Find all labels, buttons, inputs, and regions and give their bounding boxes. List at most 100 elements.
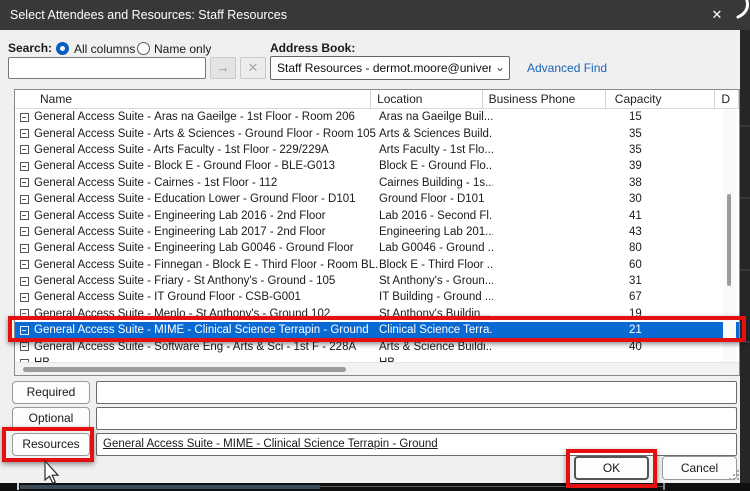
cell-name: General Access Suite - Friary - St Antho… [34,275,379,287]
required-field[interactable] [96,381,737,404]
cell-name: General Access Suite - Engineering Lab 2… [34,226,379,238]
cell-cap: 39 [619,160,721,172]
mouse-cursor-icon [44,460,60,485]
table-row[interactable]: General Access Suite - IT Ground Floor -… [15,289,739,305]
table-row[interactable]: General Access Suite - Block E - Ground … [15,158,739,174]
cell-name: General Access Suite - Menlo - St Anthon… [34,308,379,320]
contact-card-icon [20,162,29,171]
cell-cap: 15 [619,111,721,123]
cell-loc: Block E - Ground Flo... [379,160,493,172]
search-clear-icon[interactable]: ✕ [240,57,266,79]
contact-card-icon [20,129,29,138]
vertical-scrollbar-thumb[interactable] [727,194,731,286]
select-attendees-dialog: Select Attendees and Resources: Staff Re… [0,0,740,483]
ok-button[interactable]: OK [574,456,649,480]
search-go-icon[interactable]: → [210,57,236,79]
optional-field[interactable] [96,407,737,430]
table-row[interactable]: General Access Suite - Menlo - St Anthon… [15,306,739,322]
cell-name: General Access Suite - Education Lower -… [34,193,379,205]
vertical-scrollbar[interactable] [723,109,736,362]
table-row[interactable]: General Access Suite - Arts & Sciences -… [15,125,739,141]
cell-name: General Access Suite - Engineering Lab G… [34,242,379,254]
contact-card-icon [20,260,29,269]
table-row[interactable]: General Access Suite - Software Eng - Ar… [15,338,739,354]
contact-card-icon [20,244,29,253]
cell-name: General Access Suite - Block E - Ground … [34,160,379,172]
required-button[interactable]: Required [12,381,90,404]
contact-card-icon [20,211,29,220]
resources-field-value: General Access Suite - MIME - Clinical S… [103,438,438,450]
close-icon[interactable]: ✕ [698,0,736,30]
cell-cap: 43 [619,226,721,238]
radio-all-columns[interactable] [56,42,69,55]
table-row[interactable]: General Access Suite - Engineering Lab G… [15,240,739,256]
cell-cap: 21 [619,324,721,336]
table-row[interactable]: General Access Suite - Education Lower -… [15,191,739,207]
contact-card-icon [20,227,29,236]
table-row[interactable]: General Access Suite - MIME - Clinical S… [15,322,739,338]
cell-name: General Access Suite - Engineering Lab 2… [34,210,379,222]
cell-loc: Engineering Lab 201... [379,226,493,238]
radio-name-only-label[interactable]: Name only [154,42,211,56]
background-right-strip [740,30,750,483]
contact-card-icon [20,326,29,335]
cell-loc: Cairnes Building - 1s... [379,177,493,189]
cell-loc: Arts Faculty - 1st Flo... [379,144,493,156]
column-header-name[interactable]: Name [15,90,371,109]
attendee-list[interactable]: NameLocationBusiness PhoneCapacityD Gene… [14,89,740,376]
cell-cap: 40 [619,341,721,353]
contact-card-icon [20,309,29,318]
cell-loc: Ground Floor - D101 [379,193,493,205]
cell-loc: IT Building - Ground ... [379,291,493,303]
list-rows: General Access Suite - Áras na Gaeilge -… [15,109,739,362]
table-row[interactable]: General Access Suite - Friary - St Antho… [15,273,739,289]
radio-all-columns-label[interactable]: All columns [74,42,135,56]
resources-button[interactable]: Resources [12,433,90,456]
cell-cap: 35 [619,144,721,156]
cell-name: General Access Suite - Arts & Sciences -… [34,128,379,140]
table-row[interactable]: General Access Suite - Arts Faculty - 1s… [15,142,739,158]
cell-cap: 31 [619,275,721,287]
advanced-find-link[interactable]: Advanced Find [527,61,607,75]
cell-cap: 30 [619,193,721,205]
cell-loc: Lab 2016 - Second Fl... [379,210,493,222]
table-row[interactable]: General Access Suite - Finnegan - Block … [15,257,739,273]
contact-card-icon [20,195,29,204]
table-row[interactable]: General Access Suite - Cairnes - 1st Flo… [15,175,739,191]
cell-loc: Clinical Science Terra... [379,324,493,336]
column-header-business-phone[interactable]: Business Phone [483,90,606,109]
cell-cap: 35 [619,128,721,140]
horizontal-scrollbar-thumb[interactable] [23,367,346,372]
dialog-titlebar[interactable]: Select Attendees and Resources: Staff Re… [0,0,750,30]
resize-grip-icon[interactable] [727,469,740,482]
table-row[interactable]: General Access Suite - Engineering Lab 2… [15,207,739,223]
background-bottom-strip [0,483,750,491]
search-input[interactable] [8,57,206,79]
column-header-d[interactable]: D [715,90,739,109]
cell-cap: 80 [619,242,721,254]
cell-cap: 60 [619,259,721,271]
address-book-dropdown[interactable]: Staff Resources - dermot.moore@universit… [270,56,510,80]
contact-card-icon [20,145,29,154]
cell-loc: Block E - Third Floor ... [379,259,493,271]
cell-cap: 19 [619,308,721,320]
resources-field[interactable]: General Access Suite - MIME - Clinical S… [96,433,737,456]
table-row[interactable]: General Access Suite - Engineering Lab 2… [15,224,739,240]
optional-button[interactable]: Optional [12,407,90,430]
contact-card-icon [20,178,29,187]
cell-cap: 67 [619,291,721,303]
radio-name-only[interactable] [137,42,150,55]
search-label: Search: [8,41,52,55]
table-row[interactable]: HB ...HB... [15,355,739,362]
horizontal-scrollbar[interactable] [15,362,739,375]
column-header-capacity[interactable]: Capacity [606,90,716,109]
cell-loc: Arts & Sciences Build... [379,128,493,140]
cell-loc: Lab G0046 - Ground ... [379,242,493,254]
cell-cap: 41 [619,210,721,222]
contact-card-icon [20,293,29,302]
cancel-button[interactable]: Cancel [662,456,737,480]
table-row[interactable]: General Access Suite - Áras na Gaeilge -… [15,109,739,125]
column-header-location[interactable]: Location [371,90,483,109]
cell-loc: Arts & Science Buildi... [379,341,493,353]
cell-name: General Access Suite - IT Ground Floor -… [34,291,379,303]
